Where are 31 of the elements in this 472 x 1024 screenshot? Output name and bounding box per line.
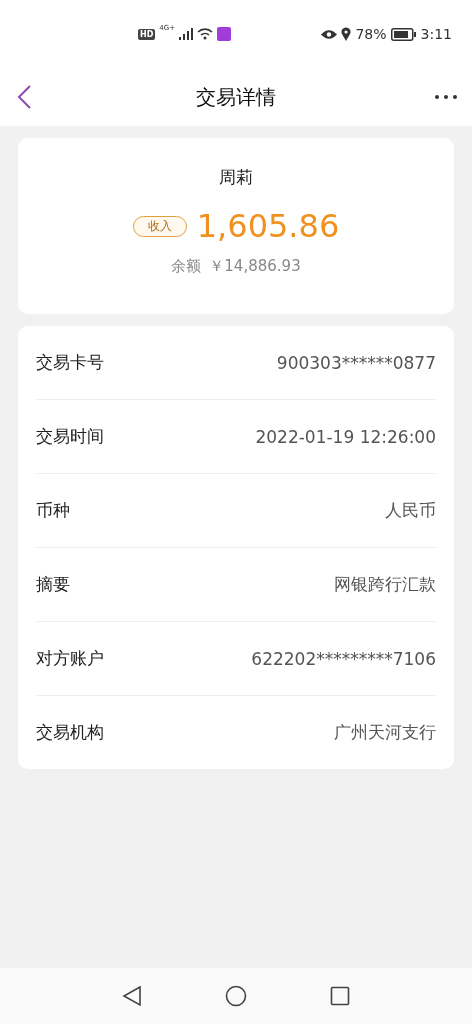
clock: 3:11	[420, 26, 452, 42]
detail-label: 摘要	[36, 573, 70, 596]
detail-value: 广州天河支行	[334, 721, 436, 744]
more-icon[interactable]	[434, 94, 458, 100]
page-title: 交易详情	[195, 83, 277, 111]
detail-value: 622202*********7106	[251, 648, 436, 669]
battery-icon	[390, 27, 417, 41]
detail-value: 900303******0877	[276, 352, 436, 373]
home-nav-icon[interactable]	[225, 985, 247, 1007]
balance-label: 余额	[171, 257, 202, 276]
amount: 1,605.86	[196, 207, 340, 245]
detail-value: 人民币	[385, 499, 436, 522]
app-icon	[217, 27, 232, 41]
eye-icon	[321, 28, 338, 40]
back-nav-icon[interactable]	[121, 985, 142, 1007]
location-icon	[341, 27, 352, 41]
recents-nav-icon[interactable]	[330, 986, 351, 1006]
detail-value: 2022-01-19 12:26:00	[255, 426, 436, 447]
balance-value: ￥14,886.93	[209, 257, 301, 276]
signal-icon	[179, 28, 194, 40]
wifi-icon	[197, 28, 214, 40]
battery-percent: 78%	[355, 26, 387, 42]
detail-label: 交易时间	[36, 425, 104, 448]
detail-value: 网银跨行汇款	[334, 573, 436, 596]
hd-indicator: HD	[138, 28, 156, 40]
income-tag: 收入	[132, 215, 187, 237]
detail-label: 对方账户	[36, 647, 104, 670]
detail-label: 币种	[36, 499, 70, 522]
payer-name: 周莉	[219, 166, 253, 189]
detail-label: 交易卡号	[36, 351, 104, 374]
detail-label: 交易机构	[36, 721, 104, 744]
